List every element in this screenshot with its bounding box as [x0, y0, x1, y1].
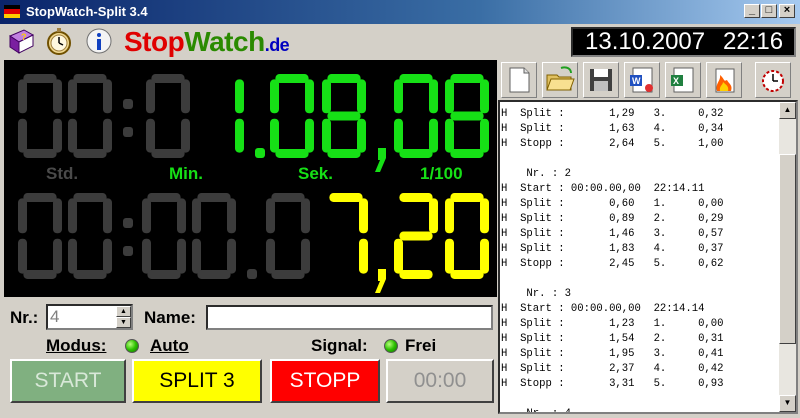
signal-label: Signal: [311, 336, 368, 355]
modus-led-icon [125, 339, 139, 353]
germany-flag-icon [4, 5, 20, 18]
alarm-clock-icon [762, 70, 784, 92]
start-button[interactable]: START [10, 359, 126, 403]
split-digit [18, 193, 62, 279]
stopwatch-settings-icon[interactable] [44, 26, 74, 56]
split-log-text: H Split : 1,29 3. 0,32 H Split : 1,63 4.… [501, 108, 724, 414]
word-export-button[interactable]: W [624, 62, 660, 98]
main-hours-digit [68, 74, 112, 158]
split-colon [123, 246, 133, 256]
svg-text:?: ? [21, 32, 27, 42]
name-input[interactable] [206, 305, 493, 330]
title-bar: StopWatch-Split 3.4 _ □ × [0, 0, 800, 24]
spin-up-button[interactable]: ▲ [116, 306, 131, 317]
split-digit [192, 193, 236, 279]
excel-export-icon: X [671, 67, 694, 93]
window-title: StopWatch-Split 3.4 [26, 4, 148, 19]
delete-log-button[interactable] [706, 62, 742, 98]
app-header: ? StopWatch.de 13.10.2007 22:16 [0, 24, 800, 58]
main-seconds-digit [322, 74, 366, 158]
current-date: 13.10.2007 [585, 28, 706, 55]
modus-value[interactable]: Auto [150, 336, 189, 356]
signal-value: Frei [405, 336, 437, 355]
modus-label: Modus: [46, 336, 107, 355]
stopwatch-logo: StopWatch.de [124, 26, 290, 57]
save-disk-icon [590, 69, 612, 91]
new-document-icon [509, 67, 530, 93]
split-digit [142, 193, 186, 279]
main-minutes-digit [235, 79, 244, 153]
signal-led-icon [384, 339, 398, 353]
excel-export-button[interactable]: X [665, 62, 701, 98]
main-dot [255, 148, 265, 158]
split-seconds-digit [329, 193, 368, 274]
svg-text:W: W [632, 76, 641, 86]
nr-spinner[interactable]: ▲ ▼ [46, 304, 133, 330]
delete-fire-icon [715, 68, 735, 93]
scroll-thumb[interactable] [779, 154, 796, 344]
close-button[interactable]: × [779, 4, 795, 18]
svg-text:X: X [673, 76, 679, 86]
split-log[interactable]: H Split : 1,29 3. 0,32 H Split : 1,63 4.… [498, 100, 798, 414]
open-button[interactable] [542, 62, 578, 98]
main-seconds-digit [270, 74, 314, 158]
minutes-label: Min. [169, 164, 203, 183]
word-export-icon: W [630, 67, 653, 93]
maximize-button[interactable]: □ [761, 4, 777, 18]
scroll-down-button[interactable]: ▼ [779, 395, 796, 412]
current-time: 22:16 [723, 28, 784, 55]
main-colon [123, 127, 133, 137]
date-time-display: 13.10.2007 22:16 [571, 27, 796, 57]
main-hours-digit [18, 74, 62, 158]
main-hundredths-digit [445, 74, 489, 158]
alarm-button[interactable] [755, 62, 791, 98]
main-minutes-digit [146, 74, 190, 158]
new-button[interactable] [501, 62, 537, 98]
open-folder-icon [546, 66, 575, 91]
spin-down-button[interactable]: ▼ [116, 317, 131, 328]
scroll-up-button[interactable]: ▲ [779, 102, 796, 119]
split-button[interactable]: SPLIT 3 [132, 359, 262, 403]
save-button[interactable] [583, 62, 619, 98]
main-hundredths-digit [394, 74, 438, 158]
hundredths-label: 1/100 [420, 164, 463, 183]
main-colon [123, 99, 133, 109]
split-digit [266, 193, 310, 279]
log-toolbar: W X [498, 60, 798, 100]
split-colon [123, 218, 133, 228]
minimize-button[interactable]: _ [744, 4, 760, 18]
split-dot [247, 269, 257, 279]
split-hundredths-digit [445, 193, 489, 279]
hours-label: Std. [46, 164, 79, 183]
help-book-icon[interactable]: ? [6, 26, 36, 56]
main-comma [375, 148, 386, 172]
name-label: Name: [144, 308, 196, 327]
clock-display: Std. Min. Sek. 1/100 [4, 60, 497, 297]
nr-input[interactable] [50, 307, 114, 327]
seconds-label: Sek. [298, 164, 333, 183]
stopp-button[interactable]: STOPP [270, 359, 380, 403]
split-digit [68, 193, 112, 279]
reset-button[interactable]: 00:00 [386, 359, 494, 403]
info-icon[interactable] [84, 26, 114, 56]
nr-label: Nr.: [10, 308, 39, 327]
split-comma [375, 269, 386, 293]
split-hundredths-digit [394, 193, 438, 279]
log-scrollbar[interactable]: ▲ ▼ [779, 102, 796, 412]
